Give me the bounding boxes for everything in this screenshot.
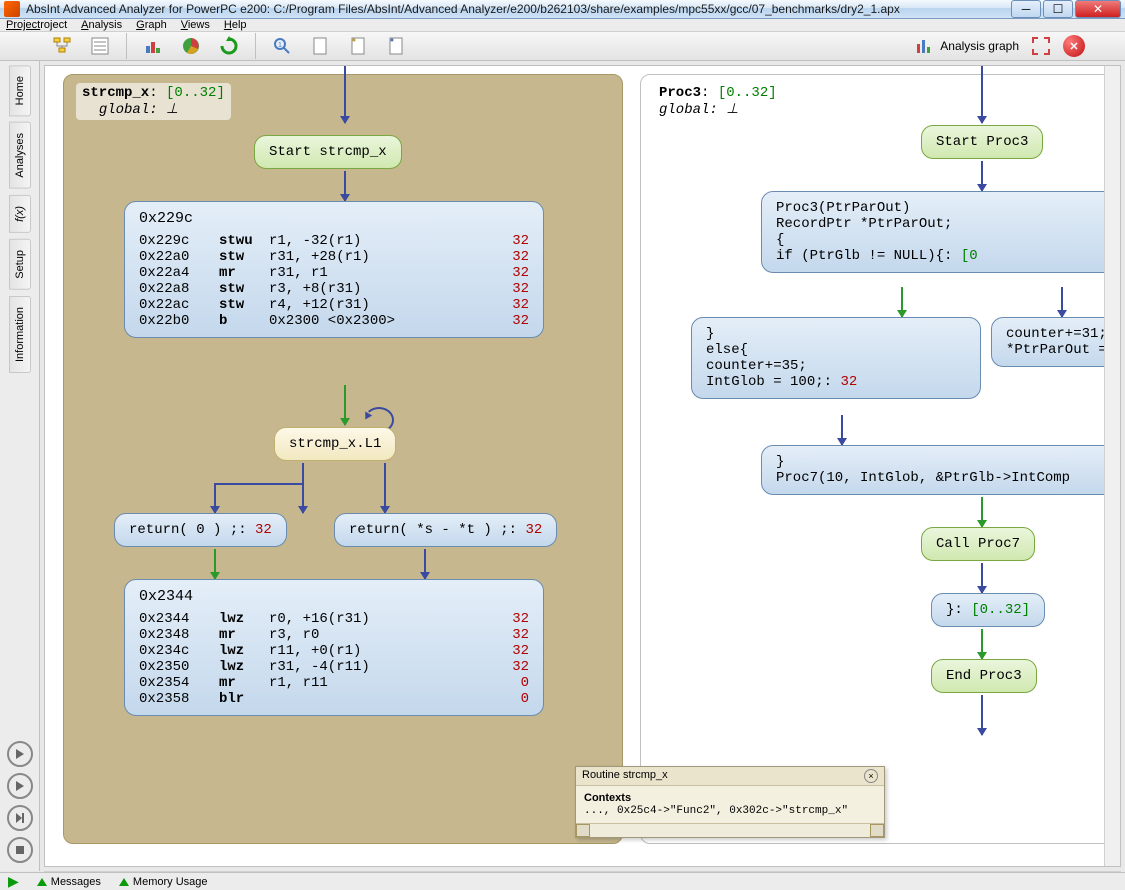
menu-views[interactable]: Views: [181, 19, 210, 31]
node-proc7-call[interactable]: } Proc7(10, IntGlob, &PtrGlb->IntComp: [761, 445, 1104, 495]
tool-page-icon[interactable]: [306, 32, 334, 60]
maximize-button[interactable]: ☐: [1043, 0, 1073, 18]
toolbar-separator: [255, 33, 256, 59]
run-icon[interactable]: ▶: [8, 873, 19, 890]
arrow-icon: [424, 549, 426, 579]
function-strcmp-x[interactable]: strcmp_x: [0..32] global: ⊥ Start strcmp…: [63, 74, 623, 844]
tool-page3-icon[interactable]: [382, 32, 410, 60]
tool-list-icon[interactable]: [86, 32, 114, 60]
node-start-proc3[interactable]: Start Proc3: [921, 125, 1043, 159]
menubar: Projectroject Analysis Graph Views Help: [0, 19, 1125, 32]
menu-project[interactable]: Projectroject: [6, 19, 67, 31]
play-button[interactable]: [7, 741, 33, 767]
menu-analysis[interactable]: Analysis: [81, 19, 122, 31]
function-proc3[interactable]: Proc3: [0..32] global: ⊥ Start Proc3 Pro…: [640, 74, 1104, 844]
app-icon: [4, 1, 20, 17]
node-block-2344[interactable]: 0x2344 0x2344lwzr0, +16(r31)32 0x2348mrr…: [124, 579, 544, 716]
arrow-icon: [344, 66, 346, 123]
arrow-icon: [1061, 287, 1063, 317]
arrow-icon: [214, 549, 216, 579]
arrow-icon: [981, 66, 983, 123]
triangle-up-icon: [119, 878, 129, 886]
arrow-icon: [901, 287, 903, 317]
analysis-graph-icon: [916, 38, 932, 54]
node-return-0[interactable]: return( 0 ) ;: 32: [114, 513, 287, 547]
tooltip-content: ..., 0x25c4->"Func2", 0x302c->"strcmp_x": [584, 805, 848, 817]
toolbar: 1 Analysis graph ✕: [0, 32, 1125, 61]
tool-zoom-icon[interactable]: 1: [268, 32, 296, 60]
vertical-scrollbar[interactable]: [1104, 66, 1120, 866]
analysis-graph-label: Analysis graph: [940, 39, 1019, 53]
tool-fullscreen-icon[interactable]: [1027, 32, 1055, 60]
close-pane-button[interactable]: ✕: [1063, 35, 1085, 57]
tab-setup[interactable]: Setup: [9, 239, 31, 290]
window-titlebar: AbsInt Advanced Analyzer for PowerPC e20…: [0, 0, 1125, 19]
node-else-block[interactable]: } else{ counter+=35; IntGlob = 100;: 32: [691, 317, 981, 399]
play-button-2[interactable]: [7, 773, 33, 799]
arrow-icon: [344, 385, 346, 425]
node-proc3-head[interactable]: Proc3(PtrParOut) RecordPtr *PtrParOut; {…: [761, 191, 1104, 273]
node-return-st[interactable]: return( *s - *t ) ;: 32: [334, 513, 557, 547]
stop-button[interactable]: [7, 837, 33, 863]
tooltip-scrollbar[interactable]: [576, 823, 884, 837]
node-start-strcmp[interactable]: Start strcmp_x: [254, 135, 402, 169]
tool-chart-icon[interactable]: [139, 32, 167, 60]
window-title: AbsInt Advanced Analyzer for PowerPC e20…: [26, 2, 1009, 16]
arrow-icon: [981, 563, 983, 593]
tool-page2-icon[interactable]: [344, 32, 372, 60]
node-block-229c[interactable]: 0x229c 0x229cstwur1, -32(r1)32 0x22a0stw…: [124, 201, 544, 338]
tooltip-close-icon[interactable]: ×: [864, 769, 878, 783]
tooltip-section: Contexts: [584, 792, 631, 804]
node-counter31-block[interactable]: counter+=31; *PtrParOut =: [991, 317, 1104, 367]
statusbar: ▶ Messages Memory Usage: [0, 872, 1125, 890]
tool-tree-icon[interactable]: [48, 32, 76, 60]
arrow-icon: [981, 161, 983, 191]
close-button[interactable]: ✕: [1075, 0, 1121, 18]
graph-pane: strcmp_x: [0..32] global: ⊥ Start strcmp…: [44, 65, 1121, 867]
arrow-icon: [981, 629, 983, 659]
graph-scroll-area[interactable]: strcmp_x: [0..32] global: ⊥ Start strcmp…: [45, 66, 1104, 866]
left-sidebar: Home Analyses f(x) Setup Information: [0, 61, 40, 871]
node-end-proc3[interactable]: End Proc3: [931, 659, 1037, 693]
status-messages[interactable]: Messages: [37, 876, 101, 888]
arrow-icon: [214, 483, 216, 513]
tooltip-title-text: Routine strcmp_x: [582, 769, 668, 783]
tooltip-routine-info[interactable]: Routine strcmp_x × Contexts ..., 0x25c4-…: [575, 766, 885, 838]
tool-refresh-icon[interactable]: [215, 32, 243, 60]
arrow-icon: [344, 171, 346, 201]
tab-analyses[interactable]: Analyses: [9, 122, 31, 189]
node-call-proc7[interactable]: Call Proc7: [921, 527, 1035, 561]
minimize-button[interactable]: ─: [1011, 0, 1041, 18]
arrow-icon: [302, 463, 304, 513]
node-close-brace[interactable]: }: [0..32]: [931, 593, 1045, 627]
arrow-icon: [981, 695, 983, 735]
tab-information[interactable]: Information: [9, 296, 31, 373]
triangle-up-icon: [37, 878, 47, 886]
tab-home[interactable]: Home: [9, 65, 31, 116]
arrow-icon: [384, 463, 386, 513]
svg-text:1: 1: [278, 42, 282, 49]
arrow-icon: [981, 497, 983, 527]
step-button[interactable]: [7, 805, 33, 831]
menu-graph[interactable]: Graph: [136, 19, 167, 31]
tool-pie-icon[interactable]: [177, 32, 205, 60]
status-memory-usage[interactable]: Memory Usage: [119, 876, 208, 888]
arrow-line: [214, 483, 302, 485]
node-label-l1[interactable]: strcmp_x.L1: [274, 427, 396, 461]
toolbar-separator: [126, 33, 127, 59]
tab-fx[interactable]: f(x): [9, 195, 31, 233]
arrow-icon: [841, 415, 843, 445]
menu-help[interactable]: Help: [224, 19, 247, 31]
